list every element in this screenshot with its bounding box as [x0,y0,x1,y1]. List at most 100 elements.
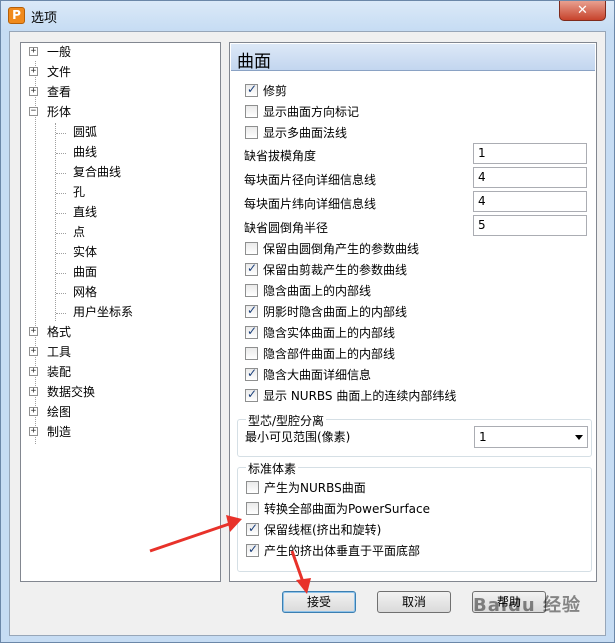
show-multi-normals-checkbox[interactable] [245,126,258,139]
tree-item-label: 数据交换 [47,385,96,399]
tree-item-composite-curve[interactable]: 复合曲线 [73,163,121,181]
extrude-perpendicular-checkbox[interactable] [246,542,259,557]
expand-icon[interactable]: + [29,327,38,336]
expand-icon[interactable]: + [29,367,38,376]
title-bar[interactable]: P 选项 [1,1,614,31]
radial-lines-label: 每块面片径向详细信息线 [244,173,377,187]
dropdown-arrow-icon[interactable] [575,435,583,440]
tree-item-point[interactable]: 点 [73,223,85,241]
checkbox-label: 产生的挤出体垂直于平面底部 [264,544,421,558]
tree-item-line[interactable]: 直线 [73,203,97,221]
tree-item-mesh[interactable]: 网格 [73,283,97,301]
tree-item-drawing[interactable]: + 绘图 [29,403,209,421]
tree-item-label: 装配 [47,365,72,379]
collapse-icon[interactable]: − [29,107,38,116]
checkbox-label: 隐含曲面上的内部线 [263,284,372,298]
checkbox-label: 保留由圆倒角产生的参数曲线 [263,242,420,256]
show-nurbs-latitude-checkbox[interactable] [245,387,258,402]
tree-connector [56,173,66,174]
tree-item-assembly[interactable]: + 装配 [29,363,209,381]
expand-icon[interactable]: + [29,47,38,56]
tree-item-tools[interactable]: + 工具 [29,343,209,361]
checkbox-label: 显示 NURBS 曲面上的连续内部纬线 [263,389,457,403]
min-visible-select[interactable]: 1 [474,426,588,448]
tree-item-format[interactable]: + 格式 [29,323,209,341]
expand-icon[interactable]: + [29,387,38,396]
group-title: 标准体素 [246,460,299,477]
tree-item-label: 一般 [47,45,72,59]
expand-icon[interactable]: + [29,427,38,436]
close-button[interactable]: ✕ [559,1,606,21]
checkbox-label: 保留由剪裁产生的参数曲线 [263,263,408,277]
checkbox-label: 保留线框(挤出和旋转) [264,523,382,537]
radial-lines-input[interactable]: 4 [473,167,587,188]
fillet-radius-input[interactable]: 5 [473,215,587,236]
tree-item-view[interactable]: + 查看 [29,83,209,101]
keep-trim-curves-checkbox[interactable] [245,261,258,276]
checkbox-label: 修剪 [263,84,288,98]
tree-item-shape[interactable]: − 形体 [29,103,209,121]
hide-solid-internal-checkbox[interactable] [245,324,258,339]
select-value: 1 [479,430,487,444]
tree-connector [56,213,66,214]
hide-surface-internal-checkbox[interactable] [245,284,258,297]
tree-connector [56,233,66,234]
tree-item-surface[interactable]: 曲面 [73,263,97,281]
expand-icon[interactable]: + [29,347,38,356]
expand-icon[interactable]: + [29,87,38,96]
tree-item-manufacturing[interactable]: + 制造 [29,423,209,441]
hide-part-internal-checkbox[interactable] [245,347,258,360]
options-tree[interactable]: + 一般 + 文件 + 查看 − 形体 圆弧 曲线 复合曲线 孔 直线 点 实体 曲面 … [20,42,221,582]
core-cavity-group: 型芯/型腔分离 最小可见范围(像素) 1 [237,412,592,457]
tree-item-label: 形体 [47,105,72,119]
tree-item-data-exchange[interactable]: + 数据交换 [29,383,209,401]
keep-wireframe-checkbox[interactable] [246,521,259,536]
hide-large-detail-checkbox[interactable] [245,366,258,381]
tree-item-label: 绘图 [47,405,72,419]
checkbox-label: 隐含大曲面详细信息 [263,368,372,382]
show-direction-marks-checkbox[interactable] [245,105,258,118]
tree-connector [56,153,66,154]
group-title: 型芯/型腔分离 [246,412,327,429]
tree-item-arc[interactable]: 圆弧 [73,123,97,141]
trim-checkbox[interactable] [245,82,258,97]
hide-shaded-internal-checkbox[interactable] [245,303,258,318]
draft-angle-label: 缺省拔模角度 [244,149,317,163]
watermark: Baidu 经验 [473,595,582,616]
tree-item-solid[interactable]: 实体 [73,243,97,261]
tree-item-label: 文件 [47,65,72,79]
checkbox-label: 转换全部曲面为PowerSurface [264,502,430,516]
tree-connector [56,133,66,134]
checkbox-label: 阴影时隐含曲面上的内部线 [263,305,408,319]
cancel-button[interactable]: 取消 [377,591,451,613]
tree-item-label: 工具 [47,345,72,359]
panel-title: 曲面 [237,52,271,72]
tree-item-file[interactable]: + 文件 [29,63,209,81]
dialog-body: + 一般 + 文件 + 查看 − 形体 圆弧 曲线 复合曲线 孔 直线 点 实体 曲面 … [9,31,606,636]
create-nurbs-checkbox[interactable] [246,481,259,494]
dialog-title: 选项 [31,11,58,26]
tree-connector [56,273,66,274]
checkbox-label: 显示曲面方向标记 [263,105,360,119]
expand-icon[interactable]: + [29,407,38,416]
tree-item-label: 制造 [47,425,72,439]
min-visible-label: 最小可见范围(像素) [245,430,351,444]
expand-icon[interactable]: + [29,67,38,76]
tree-item-hole[interactable]: 孔 [73,183,85,201]
latitude-lines-input[interactable]: 4 [473,191,587,212]
keep-fillet-curves-checkbox[interactable] [245,242,258,255]
tree-item-ucs[interactable]: 用户坐标系 [73,303,133,321]
standard-primitives-group: 标准体素 产生为NURBS曲面 转换全部曲面为PowerSurface 保留线框… [237,460,592,572]
tree-connector [56,313,66,314]
convert-powersurface-checkbox[interactable] [246,502,259,515]
checkbox-label: 产生为NURBS曲面 [264,481,366,495]
tree-item-general[interactable]: + 一般 [29,43,209,61]
tree-item-curve[interactable]: 曲线 [73,143,97,161]
tree-connector [56,293,66,294]
panel-header: 曲面 [231,44,595,72]
draft-angle-input[interactable]: 1 [473,143,587,164]
tree-connector [56,253,66,254]
latitude-lines-label: 每块面片纬向详细信息线 [244,197,377,211]
accept-button[interactable]: 接受 [282,591,356,613]
checkbox-label: 隐含部件曲面上的内部线 [263,347,396,361]
